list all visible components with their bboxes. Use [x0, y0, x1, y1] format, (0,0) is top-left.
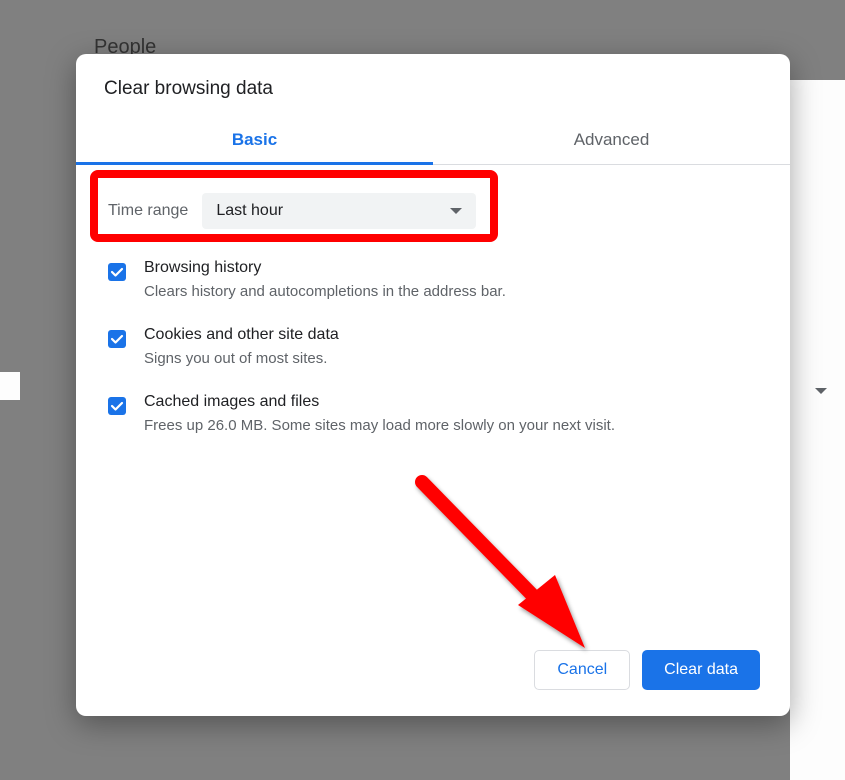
time-range-dropdown[interactable]: Last hour	[202, 193, 476, 229]
time-range-label: Time range	[108, 202, 188, 220]
dialog-button-row: Cancel Clear data	[534, 650, 760, 690]
tab-advanced[interactable]: Advanced	[433, 118, 790, 164]
option-desc: Signs you out of most sites.	[144, 348, 748, 369]
dialog-title: Clear browsing data	[76, 54, 790, 118]
option-browsing-history: Browsing history Clears history and auto…	[94, 247, 762, 314]
clear-browsing-data-dialog: Clear browsing data Basic Advanced Time …	[76, 54, 790, 716]
dialog-content: Time range Last hour Browsing history Cl…	[76, 165, 790, 462]
checkbox-browsing-history[interactable]	[108, 263, 126, 281]
option-desc: Frees up 26.0 MB. Some sites may load mo…	[144, 415, 748, 436]
caret-down-icon	[450, 208, 462, 214]
option-title: Browsing history	[144, 259, 748, 281]
check-icon	[110, 265, 124, 279]
tab-bar: Basic Advanced	[76, 118, 790, 165]
check-icon	[110, 332, 124, 346]
checkbox-cache[interactable]	[108, 397, 126, 415]
option-cache: Cached images and files Frees up 26.0 MB…	[94, 381, 762, 448]
time-range-row: Time range Last hour	[94, 175, 762, 247]
time-range-value: Last hour	[216, 202, 283, 220]
bg-divider-2	[0, 372, 20, 400]
tab-basic[interactable]: Basic	[76, 118, 433, 164]
bg-divider-3	[815, 388, 827, 394]
checkbox-cookies[interactable]	[108, 330, 126, 348]
check-icon	[110, 399, 124, 413]
option-title: Cached images and files	[144, 393, 748, 415]
option-desc: Clears history and autocompletions in th…	[144, 281, 748, 302]
option-title: Cookies and other site data	[144, 326, 748, 348]
clear-data-button[interactable]: Clear data	[642, 650, 760, 690]
option-cookies: Cookies and other site data Signs you ou…	[94, 314, 762, 381]
bg-divider	[790, 80, 845, 780]
cancel-button[interactable]: Cancel	[534, 650, 630, 690]
